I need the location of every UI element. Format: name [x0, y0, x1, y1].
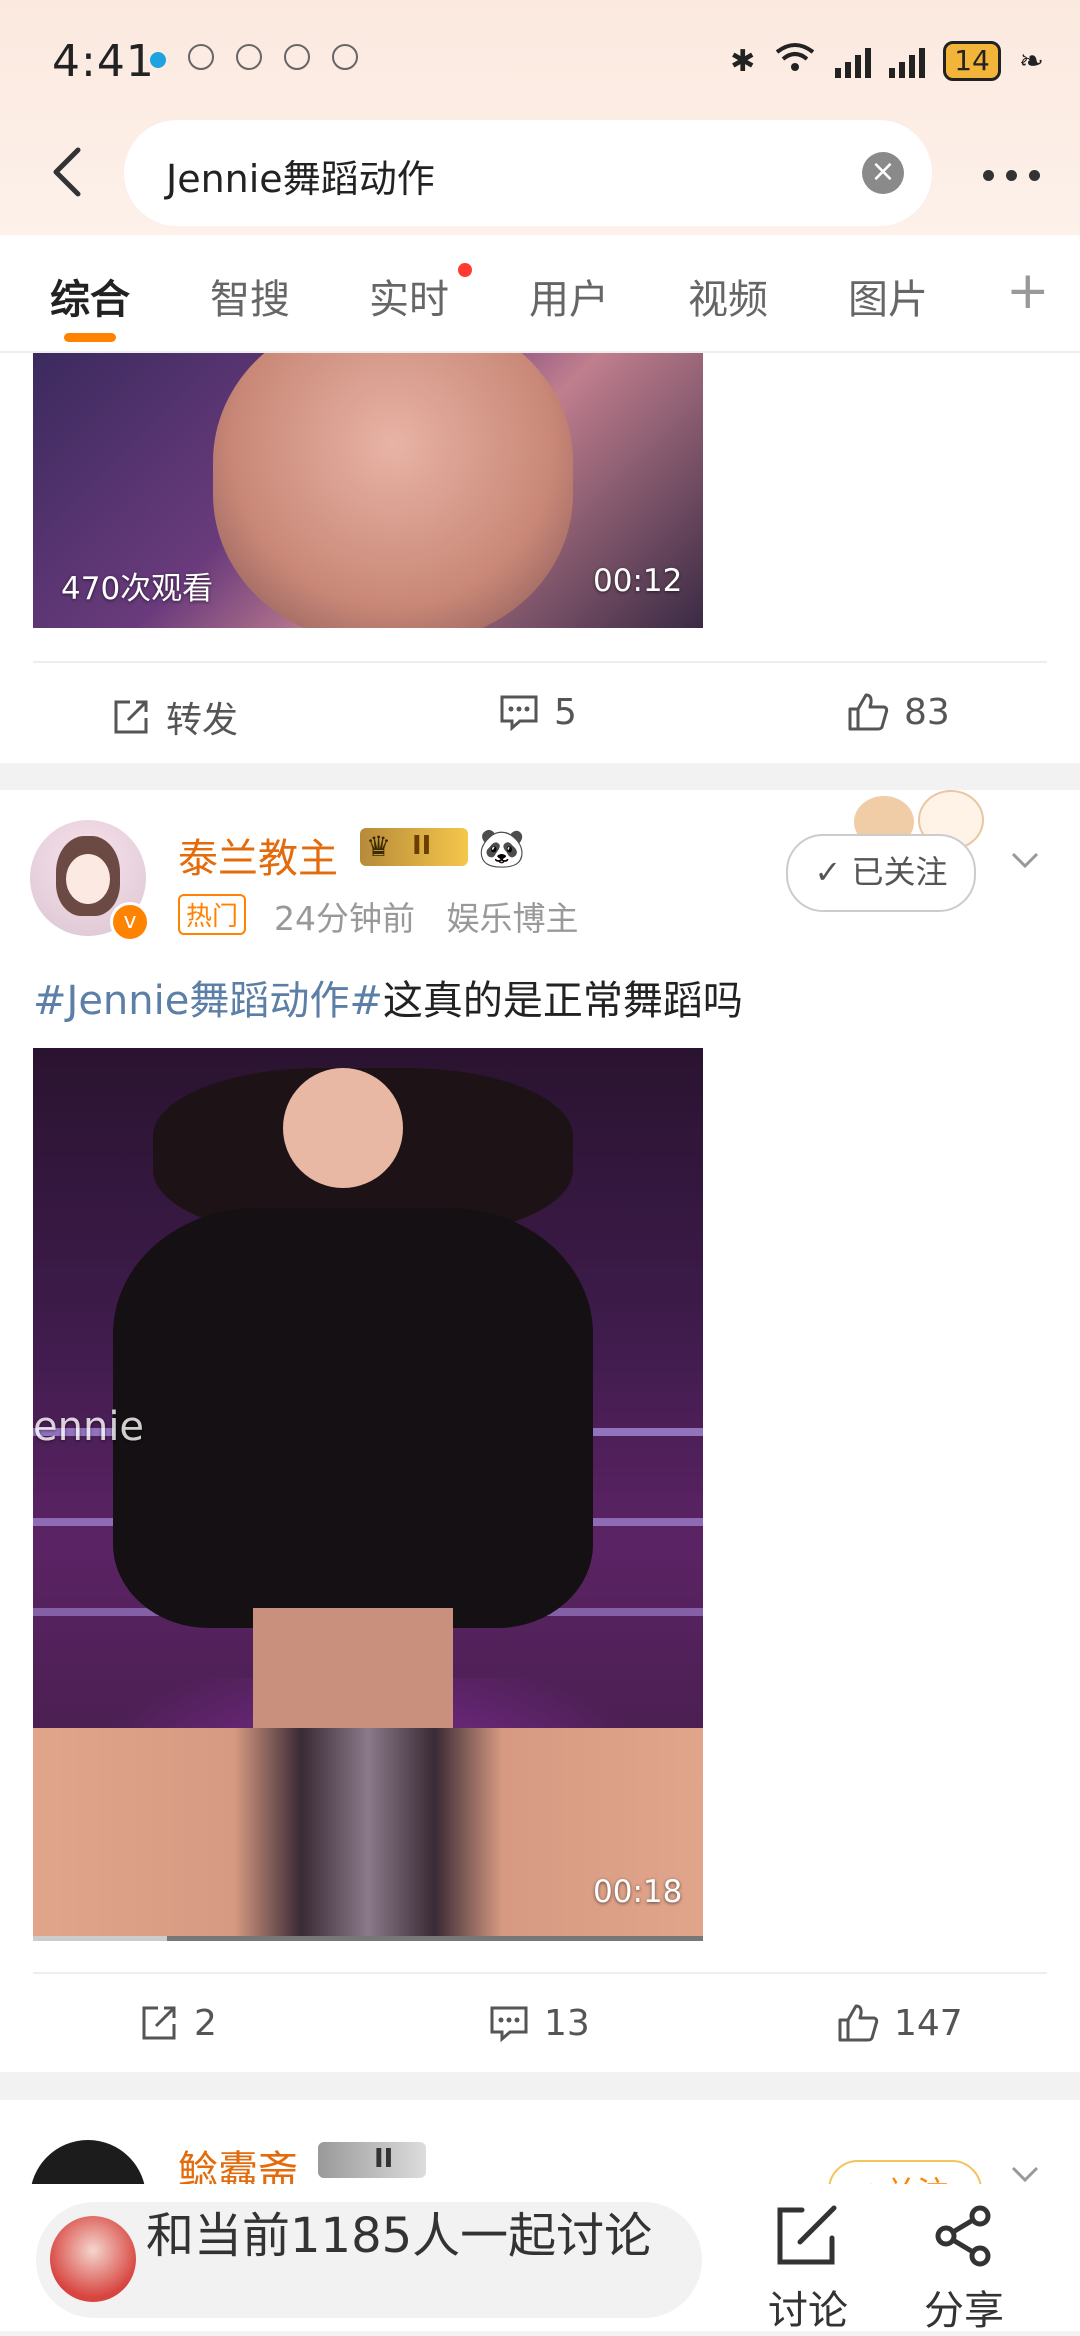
repost-icon: [114, 700, 148, 734]
signal-icon: [835, 44, 872, 78]
like-button[interactable]: 147: [836, 2002, 963, 2044]
post-actions: 2 13 147: [0, 1974, 1080, 2074]
comment-button[interactable]: 5: [498, 691, 577, 733]
status-time: 4:41: [52, 36, 155, 87]
video-watermark: ennie: [33, 1404, 145, 1450]
active-tab-indicator: [64, 333, 116, 342]
share-label: 分享: [924, 2288, 1004, 2334]
participant-avatar: [50, 2216, 136, 2302]
system-status: ✱ 14 ❧: [730, 40, 1044, 82]
video-view-count: 470次观看: [61, 571, 214, 607]
post-actions: 转发 5 83: [0, 663, 1080, 763]
video-frame-torso: [113, 1208, 593, 1628]
bottom-bar: 和当前1185人一起讨论 讨论 分享: [0, 2184, 1080, 2334]
comment-icon: [490, 2006, 528, 2043]
like-count: 147: [894, 2002, 963, 2044]
thumbs-up-icon: [848, 693, 889, 731]
tab-realtime[interactable]: 实时: [369, 267, 449, 325]
user-role: 娱乐博主: [446, 899, 579, 938]
comment-count: 5: [554, 691, 577, 733]
follow-button[interactable]: ✓ 已关注: [786, 834, 976, 912]
app-notification-icon: [150, 51, 166, 68]
video-frame-face: [283, 1068, 403, 1188]
chevron-left-icon: [53, 147, 81, 197]
notification-icons: [150, 44, 358, 70]
post-meta: 24分钟前 娱乐博主: [274, 892, 578, 940]
username[interactable]: 泰兰教主: [178, 826, 338, 884]
comment-button[interactable]: 13: [488, 2002, 590, 2044]
add-tab-icon[interactable]: +: [1006, 261, 1050, 321]
video-duration: 00:12: [593, 563, 683, 599]
clear-search-button[interactable]: ×: [862, 152, 904, 194]
hot-tag: 热门: [178, 894, 247, 935]
signal-icon: [889, 44, 926, 78]
comment-count: 13: [544, 2002, 590, 2044]
crown-icon: ♛: [366, 830, 392, 863]
repost-button[interactable]: 2: [138, 2002, 217, 2044]
search-tabs: 综合 智搜 实时 用户 视频 图片 +: [0, 235, 1080, 353]
share-button[interactable]: 分享: [924, 2204, 1004, 2336]
back-button[interactable]: [40, 142, 100, 202]
new-dot-badge: [458, 263, 472, 277]
thumbs-up-icon: [838, 2004, 879, 2042]
video-frame-body: [253, 1608, 453, 1728]
repost-icon: [142, 2006, 176, 2040]
video-player[interactable]: ennie 00:18: [33, 1048, 703, 1941]
wifi-icon: [773, 40, 817, 82]
tab-videos[interactable]: 视频: [688, 267, 768, 325]
verified-badge-icon: v: [110, 902, 150, 942]
bluetooth-icon: ✱: [730, 43, 756, 79]
video-frame-face: [213, 353, 573, 628]
repost-count: 2: [194, 2002, 217, 2044]
level-value: II: [374, 2144, 394, 2174]
panda-icon: 🐼: [478, 826, 526, 870]
post-time: 24分钟前: [274, 899, 415, 938]
search-row: Jennie舞蹈动作 ×: [0, 120, 1080, 230]
tab-comprehensive[interactable]: 综合: [50, 267, 130, 325]
more-options-button[interactable]: [983, 170, 1040, 181]
video-duration: 00:18: [593, 1874, 683, 1910]
like-count: 83: [904, 691, 950, 733]
header: 4:41 ✱ 14 ❧ Jennie舞蹈动作 ×: [0, 0, 1080, 235]
level-badge: ♛ II: [360, 828, 468, 866]
share-icon: [935, 2205, 991, 2267]
join-discussion-pill[interactable]: 和当前1185人一起讨论: [36, 2202, 702, 2318]
speed-icon: [284, 44, 310, 70]
eye-icon: [332, 44, 358, 70]
leaf-icon: ❧: [1018, 43, 1044, 79]
post-body: 这真的是正常舞蹈吗: [382, 978, 743, 1024]
discussion-text: 和当前1185人一起讨论: [146, 2208, 653, 2264]
level-badge: II: [318, 2142, 426, 2178]
repost-label: 转发: [166, 700, 239, 741]
post-card: v 泰兰教主 ♛ II 🐼 热门 24分钟前 娱乐博主 ✓ 已关注 #Jenni…: [0, 790, 1080, 2072]
chevron-down-icon[interactable]: [1010, 846, 1040, 876]
tab-images[interactable]: 图片: [848, 267, 928, 325]
discuss-label: 讨论: [768, 2288, 848, 2334]
discuss-button[interactable]: 讨论: [768, 2204, 848, 2336]
like-button[interactable]: 83: [846, 691, 950, 733]
tab-users[interactable]: 用户: [529, 267, 609, 325]
search-input[interactable]: Jennie舞蹈动作: [166, 148, 435, 203]
repost-button[interactable]: 转发: [110, 691, 238, 743]
app-notification-icon: [188, 44, 214, 70]
comment-icon: [500, 695, 538, 732]
edit-icon: [777, 2205, 837, 2265]
hashtag-link[interactable]: #Jennie舞蹈动作#: [33, 978, 383, 1024]
post-card: 470次观看 00:12 转发 5 83: [0, 353, 1080, 763]
video-progress-fill: [33, 1936, 167, 1941]
battery-indicator: 14: [943, 41, 1001, 81]
follow-label: 已关注: [851, 853, 948, 891]
status-bar: 4:41 ✱ 14 ❧: [0, 0, 1080, 120]
level-value: II: [412, 831, 432, 861]
search-box[interactable]: Jennie舞蹈动作 ×: [124, 120, 932, 226]
video-progress-track: [33, 1936, 703, 1941]
tab-smart-search[interactable]: 智搜: [210, 267, 290, 325]
video-thumbnail[interactable]: 470次观看 00:12: [33, 353, 703, 628]
app-notification-icon: [236, 44, 262, 70]
post-text: #Jennie舞蹈动作#这真的是正常舞蹈吗: [33, 968, 743, 1026]
